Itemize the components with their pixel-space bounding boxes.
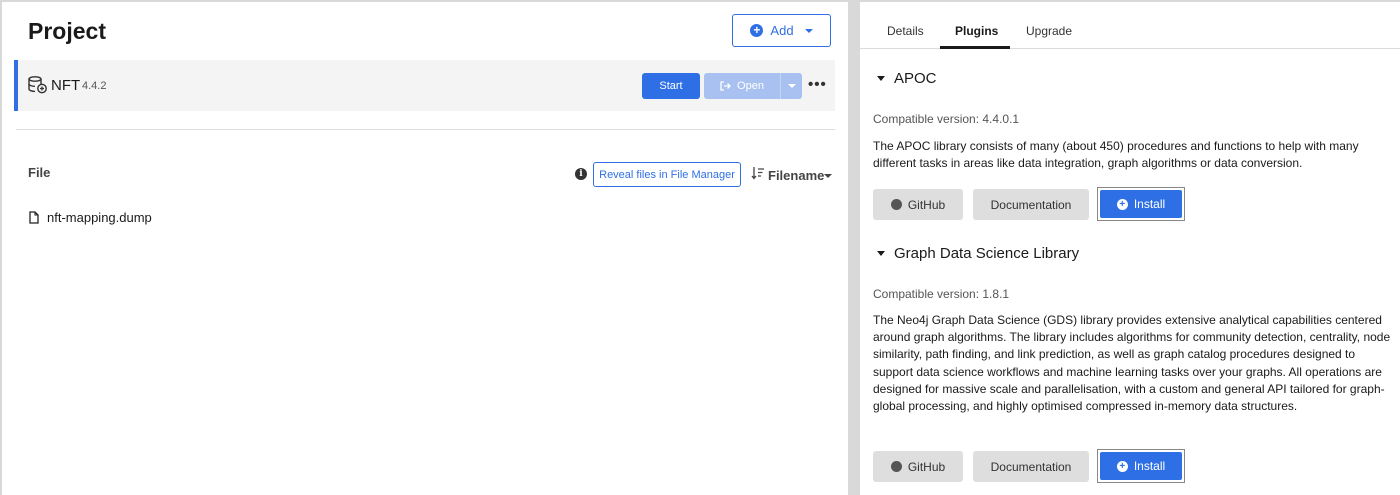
file-icon [29,211,39,224]
install-button[interactable]: + Install [1100,452,1182,480]
plugin-description: The Neo4j Graph Data Science (GDS) libra… [873,313,1391,414]
info-icon[interactable]: i [575,168,587,180]
chevron-down-icon [787,84,796,88]
database-icon [28,76,47,94]
add-button-label: Add [770,23,794,38]
install-button-wrapper: + Install [1097,449,1185,483]
project-panel: Project + Add NFT 4.4.2 Start Open ••• F… [2,2,848,495]
database-name: NFT [51,77,81,94]
plus-circle-icon: + [1116,460,1128,472]
divider [16,129,835,130]
sort-dropdown[interactable]: Filename [768,168,824,183]
plugin-name: APOC [894,70,937,87]
plugin-description: The APOC library consists of many (about… [873,139,1359,171]
plugin-name: Graph Data Science Library [894,245,1080,262]
plugin-header-apoc[interactable]: APOC [877,70,937,87]
open-button-label: Open [737,80,764,92]
sort-icon[interactable] [751,166,765,180]
github-button[interactable]: GitHub [873,451,963,482]
github-button-label: GitHub [907,459,946,474]
database-row[interactable]: NFT 4.4.2 Start Open ••• [14,60,835,111]
plugin-compat-version: Compatible version: 4.4.0.1 [873,112,1020,126]
open-button[interactable]: Open [704,73,802,99]
page-title: Project [28,18,106,44]
github-button[interactable]: GitHub [873,189,963,220]
plugin-header-gds[interactable]: Graph Data Science Library [877,245,1079,262]
database-version: 4.4.2 [82,80,107,92]
install-button[interactable]: + Install [1100,190,1182,218]
plus-circle-icon: + [1116,198,1128,210]
documentation-button[interactable]: Documentation [973,189,1089,220]
plus-circle-icon: + [750,24,764,37]
caret-down-icon [877,75,885,81]
caret-down-icon [877,250,885,256]
install-button-wrapper: + Install [1097,187,1185,221]
start-button[interactable]: Start [642,73,700,99]
add-button[interactable]: + Add [732,14,831,47]
more-options-icon[interactable]: ••• [808,76,827,93]
file-list-item[interactable]: nft-mapping.dump [47,210,152,225]
open-icon [720,81,731,91]
active-tab-indicator [940,46,1010,49]
open-dropdown-toggle[interactable] [780,73,802,99]
documentation-button[interactable]: Documentation [973,451,1089,482]
chevron-down-icon [804,28,813,33]
install-button-label: Install [1133,459,1166,473]
plugin-compat-version: Compatible version: 1.8.1 [873,287,1010,301]
chevron-down-icon[interactable] [824,174,832,178]
github-icon [890,461,902,472]
files-heading: File [28,165,51,180]
tab-plugins[interactable]: Plugins [955,24,998,38]
install-button-label: Install [1133,197,1166,211]
tab-upgrade[interactable]: Upgrade [1026,24,1072,38]
github-button-label: GitHub [907,197,946,212]
reveal-files-button[interactable]: Reveal files in File Manager [593,162,741,187]
details-panel: Details Plugins Upgrade APOC Compatible … [860,2,1400,495]
tab-details[interactable]: Details [887,24,924,38]
github-icon [890,199,902,210]
